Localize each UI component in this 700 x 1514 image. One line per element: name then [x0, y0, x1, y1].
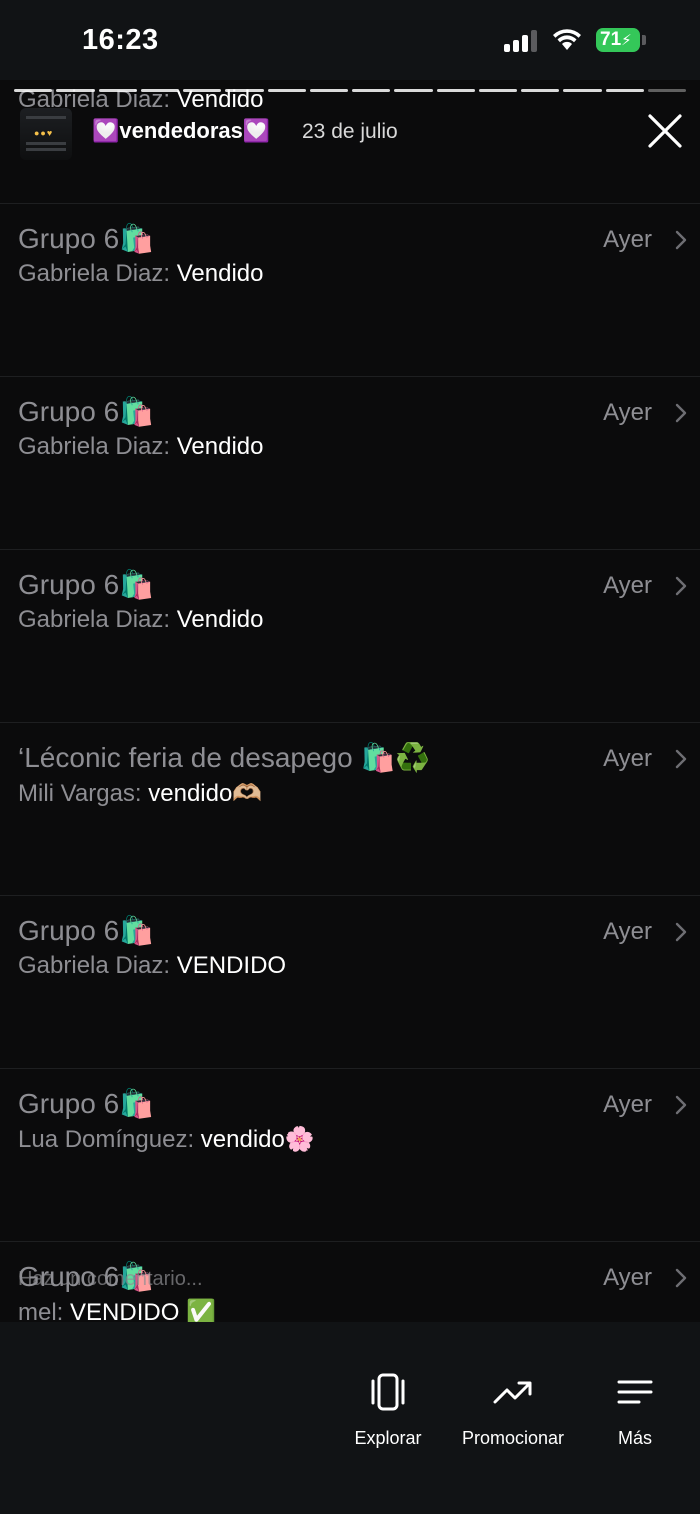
- chat-row[interactable]: Grupo 6🛍️ Gabriela Diaz: Vendido Ayer: [0, 376, 700, 549]
- cellular-signal-icon: [504, 30, 540, 52]
- chat-sender: Gabriela Diaz:: [18, 433, 171, 460]
- explore-button[interactable]: Explorar: [350, 1370, 426, 1449]
- explore-label: Explorar: [354, 1428, 422, 1448]
- chat-message: vendido🫶🏼: [148, 780, 263, 807]
- chat-preview: Lua Domínguez: vendido🌸: [18, 1125, 315, 1154]
- chat-time: Ayer: [603, 226, 652, 253]
- chat-preview: Gabriela Diaz: Vendido: [18, 260, 264, 288]
- chat-message: vendido🌸: [200, 1126, 315, 1153]
- battery-cap: [642, 35, 646, 45]
- story-screen: 16:23 71⚡ Gabriela Diaz: Vendido ●●♥ 💟ve…: [0, 0, 700, 1514]
- chat-message: VENDIDO: [176, 952, 287, 979]
- chat-title: Grupo 6🛍️: [18, 1088, 155, 1119]
- chat-preview: Mili Vargas: vendido🫶🏼: [18, 779, 262, 808]
- chevron-right-icon: [675, 403, 687, 423]
- chat-time: Ayer: [603, 1091, 652, 1118]
- chat-title: Grupo 6🛍️: [18, 396, 155, 427]
- explore-icon: [371, 1373, 405, 1411]
- chat-message: Vendido: [176, 433, 264, 460]
- chevron-right-icon: [675, 922, 687, 942]
- promote-label: Promocionar: [461, 1428, 565, 1448]
- status-bar: 16:23 71⚡: [0, 0, 700, 80]
- chat-title: Grupo 6🛍️: [18, 223, 155, 254]
- chat-row[interactable]: Grupo 6🛍️ Gabriela Diaz: Vendido Ayer: [0, 203, 700, 376]
- comment-input[interactable]: Haz un comentario...: [18, 1268, 203, 1291]
- more-button[interactable]: Más: [610, 1370, 660, 1449]
- chat-preview: Gabriela Diaz: VENDIDO: [18, 952, 286, 980]
- trending-up-icon: [493, 1381, 532, 1404]
- chat-message: Vendido: [176, 606, 264, 633]
- story-header: ●●♥ 💟vendedoras💟 23 de julio: [0, 104, 700, 164]
- chevron-right-icon: [675, 749, 687, 769]
- bottom-action-bar: Explorar Promocionar Más: [0, 1322, 700, 1514]
- status-time: 16:23: [82, 24, 159, 56]
- avatar[interactable]: ●●♥: [20, 108, 72, 160]
- chevron-right-icon: [675, 1268, 687, 1288]
- chat-time: Ayer: [603, 399, 652, 426]
- chat-row[interactable]: Grupo 6🛍️ Lua Domínguez: vendido🌸 Ayer: [0, 1068, 700, 1241]
- chat-message: Vendido: [176, 260, 264, 287]
- story-progress-bar: [14, 89, 686, 92]
- menu-icon: [617, 1380, 653, 1404]
- chat-sender: Mili Vargas:: [18, 780, 142, 807]
- chat-time: Ayer: [603, 745, 652, 772]
- more-label: Más: [617, 1428, 652, 1448]
- close-icon[interactable]: [646, 112, 684, 150]
- battery-icon: 71⚡: [596, 28, 640, 52]
- chat-sender: Gabriela Diaz:: [18, 952, 171, 979]
- chevron-right-icon: [675, 1095, 687, 1115]
- chat-title: Grupo 6🛍️: [18, 569, 155, 600]
- chat-time: Ayer: [603, 918, 652, 945]
- chat-title: Grupo 6🛍️: [18, 915, 155, 946]
- wifi-icon: [553, 29, 581, 50]
- chat-row[interactable]: ‘Léconic feria de desapego 🛍️♻️ Mili Varg…: [0, 722, 700, 895]
- chat-sender: Lua Domínguez:: [18, 1126, 195, 1153]
- battery-level: 71: [600, 29, 622, 50]
- chat-title: ‘Léconic feria de desapego 🛍️♻️: [18, 742, 431, 773]
- chevron-right-icon: [675, 576, 687, 596]
- chat-preview: Gabriela Diaz: Vendido: [18, 606, 264, 634]
- chevron-right-icon: [675, 230, 687, 250]
- chat-time: Ayer: [603, 1264, 652, 1291]
- chat-row[interactable]: Grupo 6🛍️ Gabriela Diaz: VENDIDO Ayer: [0, 895, 700, 1068]
- chat-list: Grupo 6🛍️ Gabriela Diaz: Vendido Ayer Grupo…: [0, 203, 700, 1414]
- account-name[interactable]: 💟vendedoras💟: [92, 118, 270, 144]
- chat-time: Ayer: [603, 572, 652, 599]
- chat-row[interactable]: Grupo 6🛍️ Gabriela Diaz: Vendido Ayer: [0, 549, 700, 722]
- promote-button[interactable]: Promocionar: [456, 1370, 570, 1449]
- chat-sender: Gabriela Diaz:: [18, 606, 171, 633]
- chat-preview: Gabriela Diaz: Vendido: [18, 433, 264, 461]
- chat-sender: Gabriela Diaz:: [18, 260, 171, 287]
- story-date: 23 de julio: [302, 120, 398, 143]
